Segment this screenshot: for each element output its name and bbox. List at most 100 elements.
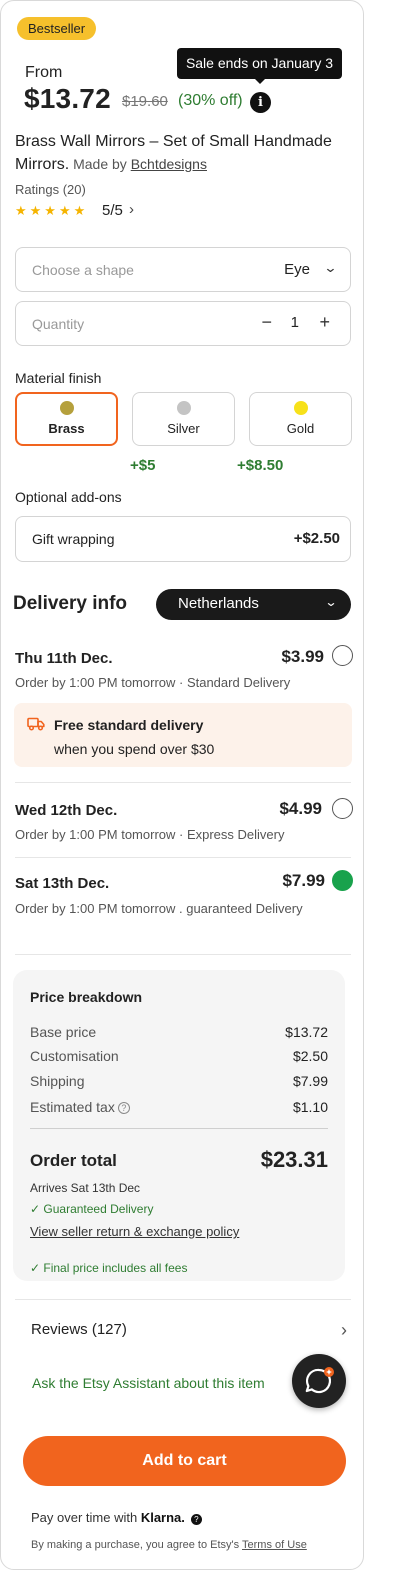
silver-surcharge: +$5: [130, 457, 156, 474]
finish-label: Brass: [48, 421, 85, 436]
breakdown-title: Price breakdown: [30, 989, 143, 1005]
guaranteed-delivery: ✓ Guaranteed Delivery: [30, 1202, 154, 1216]
free-delivery-promo: Free standard delivery when you spend ov…: [14, 703, 352, 767]
breakdown-row: Shipping $7.99: [30, 1073, 328, 1089]
breakdown-value: $13.72: [285, 1024, 328, 1040]
help-icon[interactable]: ?: [190, 1514, 202, 1525]
order-total-value: $23.31: [260, 1147, 328, 1172]
etsy-assistant-link[interactable]: Ask the Etsy Assistant about this item: [32, 1375, 265, 1391]
addon-price: +$2.50: [293, 530, 340, 547]
breakdown-value: $2.50: [292, 1048, 328, 1064]
delivery-option-details: Order by 1:00 PM tomorrow . guaranteed D…: [15, 901, 303, 916]
divider: [15, 954, 351, 955]
made-by-prefix: Made by: [69, 156, 131, 172]
country-select[interactable]: Netherlands ⌄: [156, 589, 351, 620]
country-value: Netherlands: [178, 595, 259, 612]
material-finish-label: Material finish: [15, 370, 102, 386]
delivery-option-price: $4.99: [279, 799, 322, 818]
rating-value[interactable]: 5/5: [102, 202, 123, 219]
current-price: $13.72: [24, 83, 111, 114]
klarna-info: Pay over time with Klarna.?: [31, 1510, 202, 1525]
promo-subtitle: when you spend over $30: [54, 741, 215, 757]
arrival-date: Arrives Sat 13th Dec: [30, 1181, 141, 1195]
increment-button[interactable]: +: [319, 312, 330, 333]
order-total-label: Order total: [30, 1151, 117, 1170]
discount-label: (30% off): [178, 92, 243, 109]
chevron-right-icon: ›: [341, 1320, 347, 1340]
price-from-label: From: [25, 64, 63, 81]
breakdown-label: Shipping: [30, 1073, 85, 1089]
price-breakdown: Price breakdown Base price $13.72 Custom…: [13, 970, 345, 1281]
delivery-title: Delivery info: [13, 593, 128, 614]
chevron-right-icon[interactable]: ›: [129, 201, 134, 218]
delivery-option-price: $7.99: [282, 871, 325, 890]
tooltip-arrow: [254, 78, 266, 84]
breakdown-label: Customisation: [30, 1048, 119, 1064]
shape-value: Eye: [284, 261, 310, 278]
quantity-value[interactable]: 1: [291, 314, 299, 331]
addon-label: Gift wrapping: [32, 531, 115, 547]
add-to-cart-button[interactable]: Add to cart: [23, 1436, 346, 1486]
chevron-down-icon: ⌄: [324, 595, 338, 609]
finish-label: Gold: [286, 421, 315, 436]
delivery-option-details: Order by 1:00 PM tomorrow · Standard Del…: [15, 675, 291, 690]
finish-option-gold[interactable]: Gold: [249, 392, 352, 446]
delivery-option-date: Sat 13th Dec.: [15, 875, 110, 892]
breakdown-row: Estimated tax? $1.10: [30, 1099, 328, 1115]
help-icon[interactable]: ?: [117, 1102, 130, 1114]
breakdown-value: $1.10: [292, 1099, 328, 1115]
product-title: Brass Wall Mirrors – Set of Small Handma…: [15, 131, 345, 176]
quantity-placeholder: Quantity: [32, 316, 85, 332]
shape-placeholder: Choose a shape: [32, 262, 134, 278]
gold-swatch: [293, 401, 308, 415]
truck-icon: [27, 717, 45, 731]
breakdown-row: Customisation $2.50: [30, 1048, 328, 1064]
gift-wrapping-option[interactable]: Gift wrapping +$2.50: [15, 516, 351, 562]
shape-select[interactable]: Choose a shape Eye ⌄: [15, 247, 351, 292]
divider: [30, 1128, 328, 1129]
klarna-brand: Klarna.: [140, 1510, 185, 1525]
terms-note: By making a purchase, you agree to Etsy'…: [31, 1539, 307, 1551]
ratings-label: Ratings (20): [15, 182, 86, 197]
brass-swatch: [59, 401, 74, 415]
breakdown-value: $7.99: [292, 1073, 328, 1089]
breakdown-label: Estimated tax: [30, 1099, 115, 1115]
divider: [15, 782, 351, 783]
klarna-prefix: Pay over time with: [31, 1510, 141, 1525]
delivery-option-radio[interactable]: [332, 645, 353, 666]
silver-swatch: [176, 401, 191, 415]
gold-surcharge: +$8.50: [237, 457, 284, 474]
reviews-label: Reviews (127): [31, 1321, 127, 1338]
chat-bubble-icon: [305, 1367, 334, 1394]
sale-tooltip: Sale ends on January 3: [177, 48, 342, 79]
terms-link[interactable]: Terms of Use: [242, 1539, 307, 1551]
star-rating: ★★★★★: [15, 203, 89, 218]
decrement-button[interactable]: −: [261, 312, 272, 333]
finish-label: Silver: [167, 421, 200, 436]
delivery-option-date: Thu 11th Dec.: [15, 650, 113, 667]
delivery-option-radio[interactable]: [332, 870, 353, 891]
finish-option-brass[interactable]: Brass: [15, 392, 118, 446]
bestseller-badge: Bestseller: [17, 17, 97, 40]
quantity-stepper: Quantity − 1 +: [15, 301, 351, 346]
product-panel: Bestseller Sale ends on January 3 From $…: [0, 0, 364, 1570]
return-policy-link[interactable]: View seller return & exchange policy: [30, 1224, 239, 1239]
breakdown-row: Base price $13.72: [30, 1024, 328, 1040]
original-price: $19.60: [122, 93, 168, 110]
breakdown-label: Base price: [30, 1024, 97, 1040]
reviews-row[interactable]: Reviews (127) ›: [15, 1299, 351, 1357]
maker-link[interactable]: Bchtdesigns: [131, 156, 207, 172]
chat-assistant-button[interactable]: [292, 1354, 346, 1408]
delivery-option-details: Order by 1:00 PM tomorrow · Express Deli…: [15, 827, 285, 842]
terms-prefix: By making a purchase, you agree to Etsy'…: [31, 1539, 243, 1551]
chevron-down-icon: ⌄: [323, 260, 338, 275]
delivery-option-date: Wed 12th Dec.: [15, 802, 118, 819]
finish-option-silver[interactable]: Silver: [132, 392, 235, 446]
final-price-note: ✓ Final price includes all fees: [30, 1261, 188, 1275]
divider: [15, 857, 351, 858]
promo-title: Free standard delivery: [54, 717, 204, 733]
delivery-option-price: $3.99: [281, 647, 324, 666]
info-icon[interactable]: i: [250, 92, 271, 113]
delivery-option-radio[interactable]: [332, 798, 353, 819]
addons-label: Optional add-ons: [15, 489, 122, 505]
